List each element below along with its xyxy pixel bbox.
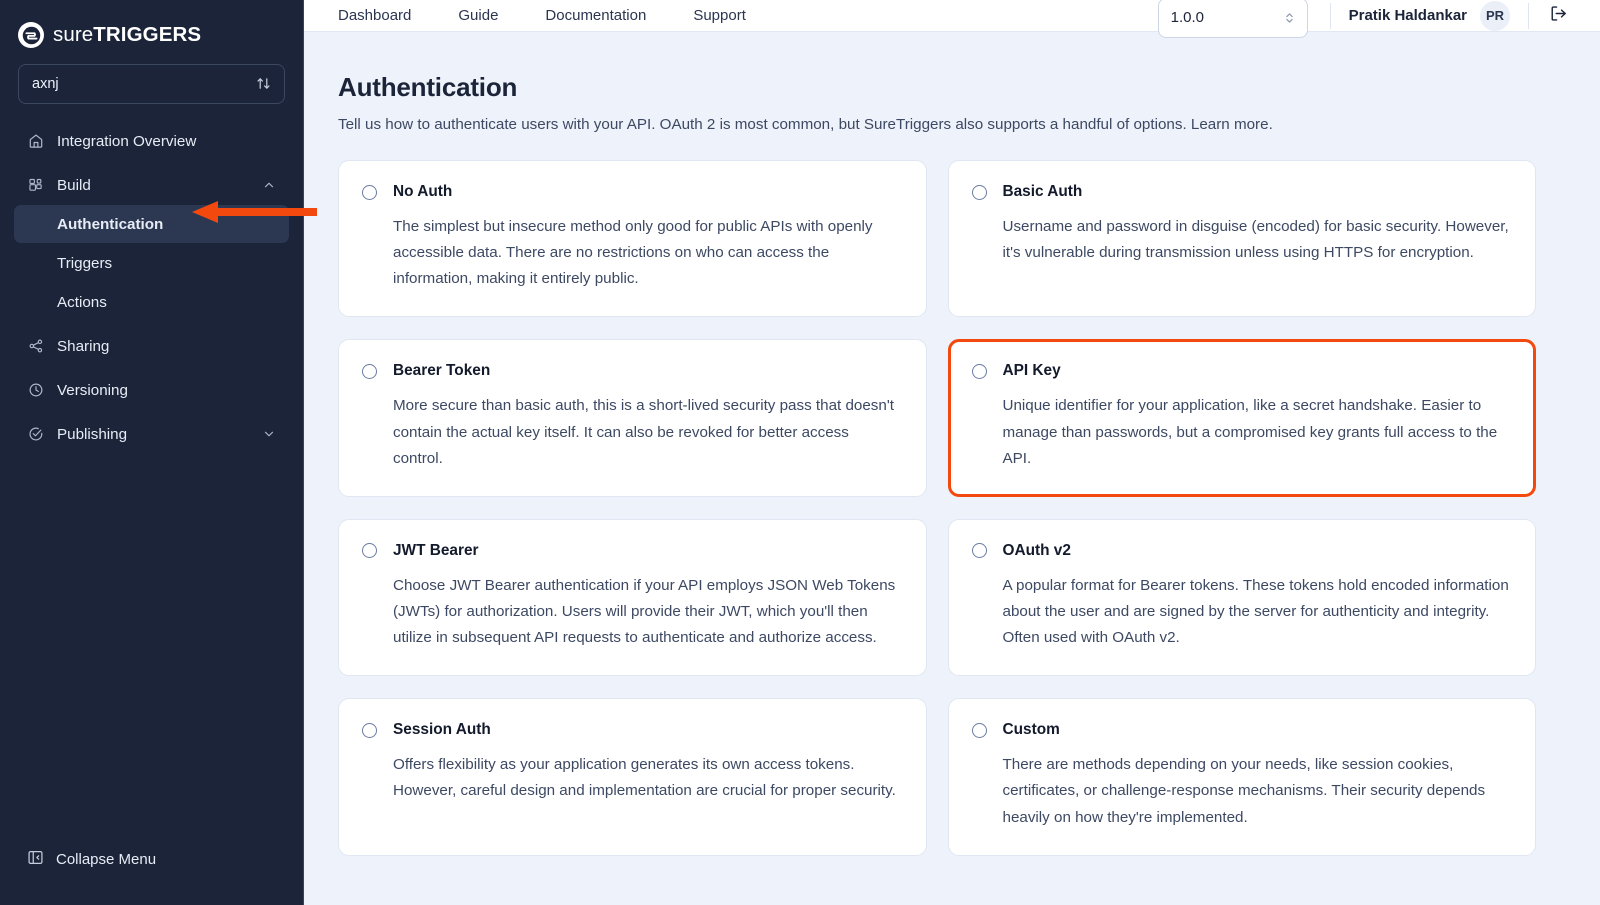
sidebar-item-label: Authentication (57, 215, 164, 233)
auth-option-title: Bearer Token (393, 362, 491, 380)
panel-collapse-icon (27, 849, 44, 870)
auth-option-description: Offers flexibility as your application g… (393, 756, 896, 800)
brand-name-light: sure (53, 23, 94, 46)
chevron-up-icon[interactable] (262, 178, 276, 192)
auth-options-grid: No Auth The simplest but insecure method… (338, 160, 1536, 856)
sidebar-item-label: Sharing (57, 337, 110, 355)
top-nav-documentation[interactable]: Documentation (545, 7, 646, 24)
auth-option-header: API Key (971, 362, 1510, 380)
sidebar-item-label: Actions (57, 293, 107, 311)
auth-option-card[interactable]: Session Auth Offers flexibility as your … (338, 698, 927, 856)
clock-icon (27, 382, 44, 399)
brand-name: sureTRIGGERS (53, 23, 201, 47)
suretriggers-logo-icon (18, 22, 44, 48)
home-icon (27, 133, 44, 150)
sidebar-item-authentication[interactable]: Authentication (14, 205, 289, 243)
radio-button[interactable] (362, 722, 377, 738)
chevron-down-icon[interactable] (262, 427, 276, 441)
search-input[interactable]: axnj (18, 64, 285, 104)
sidebar-item-label: Versioning (57, 381, 128, 399)
brand-name-bold: TRIGGERS (93, 23, 202, 46)
check-circle-icon (27, 426, 44, 443)
collapse-menu-button[interactable]: Collapse Menu (0, 835, 303, 883)
version-value: 1.0.0 (1170, 9, 1204, 26)
auth-option-title: OAuth v2 (1002, 541, 1071, 559)
avatar: PR (1480, 0, 1510, 31)
radio-button[interactable] (971, 184, 987, 200)
top-nav: Dashboard Guide Documentation Support (338, 7, 1158, 24)
auth-option-title: API Key (1002, 362, 1061, 380)
page-subtitle: Tell us how to authenticate users with y… (338, 116, 1273, 133)
search-value: axnj (32, 76, 59, 92)
radio-button[interactable] (362, 363, 377, 379)
auth-option-description: The simplest but insecure method only go… (393, 218, 873, 288)
radio-button[interactable] (362, 184, 377, 200)
auth-option-description: A popular format for Bearer tokens. Thes… (1002, 576, 1509, 647)
sidebar-nav: Integration Overview Build Authenticatio… (0, 122, 303, 835)
sidebar-item-triggers[interactable]: Triggers (14, 244, 289, 282)
auth-option-card[interactable]: JWT Bearer Choose JWT Bearer authenticat… (338, 518, 927, 677)
sidebar-item-sharing[interactable]: Sharing (14, 327, 289, 365)
user-profile[interactable]: Pratik Haldankar PR (1331, 0, 1528, 31)
auth-option-card[interactable]: No Auth The simplest but insecure method… (338, 160, 927, 318)
auth-option-card[interactable]: Custom There are methods depending on yo… (947, 698, 1536, 856)
auth-option-header: Bearer Token (362, 362, 900, 380)
top-nav-guide[interactable]: Guide (458, 7, 498, 24)
sidebar-item-actions[interactable]: Actions (14, 283, 289, 321)
content-area: Authentication Tell us how to authentica… (304, 32, 1600, 905)
sidebar: sureTRIGGERS axnj Integration Overview B… (0, 0, 317, 905)
auth-option-title: Custom (1002, 721, 1060, 739)
auth-option-header: OAuth v2 (971, 541, 1510, 560)
auth-option-title: No Auth (393, 183, 453, 200)
sidebar-item-integration-overview[interactable]: Integration Overview (14, 122, 289, 160)
share-nodes-icon (27, 338, 44, 355)
sidebar-item-label: Integration Overview (57, 132, 197, 150)
brand-logo[interactable]: sureTRIGGERS (0, 0, 303, 56)
auth-option-description: More secure than basic auth, this is a s… (393, 397, 894, 467)
auth-option-header: No Auth (362, 183, 900, 201)
auth-option-description: Choose JWT Bearer authentication if your… (393, 576, 896, 647)
auth-option-header: JWT Bearer (362, 542, 900, 560)
auth-option-description: Unique identifier for your application, … (1002, 397, 1498, 467)
logout-icon (1549, 4, 1568, 28)
top-nav-dashboard[interactable]: Dashboard (338, 7, 411, 24)
auth-option-card[interactable]: Basic Auth Username and password in disg… (947, 160, 1536, 318)
auth-option-header: Basic Auth (971, 183, 1510, 201)
auth-option-description: Username and password in disguise (encod… (1002, 218, 1509, 262)
sidebar-item-publishing[interactable]: Publishing (14, 415, 289, 453)
blocks-icon (27, 177, 44, 194)
auth-option-description: There are methods depending on your need… (1002, 756, 1486, 826)
auth-option-title: JWT Bearer (393, 541, 479, 559)
logout-button[interactable] (1529, 4, 1578, 28)
sidebar-item-label: Triggers (57, 254, 113, 272)
main-area: Dashboard Guide Documentation Support 1.… (304, 0, 1600, 905)
auth-option-header: Custom (971, 721, 1510, 739)
radio-button[interactable] (362, 543, 377, 559)
sidebar-item-versioning[interactable]: Versioning (14, 371, 289, 409)
collapse-menu-label: Collapse Menu (56, 850, 157, 868)
auth-option-title: Session Auth (393, 721, 491, 739)
sidebar-item-label: Publishing (57, 425, 128, 443)
radio-button[interactable] (971, 543, 987, 559)
auth-option-card-selected[interactable]: API Key Unique identifier for your appli… (947, 339, 1536, 497)
version-select[interactable]: 1.0.0 (1157, 0, 1308, 38)
auth-option-card[interactable]: OAuth v2 A popular format for Bearer tok… (947, 518, 1536, 677)
auth-option-header: Session Auth (362, 721, 900, 739)
sidebar-item-label: Build (57, 176, 91, 194)
app-root: sureTRIGGERS axnj Integration Overview B… (0, 0, 1600, 905)
sidebar-item-build[interactable]: Build (14, 166, 289, 204)
top-nav-support[interactable]: Support (693, 7, 746, 24)
auth-option-title: Basic Auth (1002, 183, 1083, 200)
topbar: Dashboard Guide Documentation Support 1.… (304, 0, 1600, 38)
user-name: Pratik Haldankar (1348, 7, 1467, 24)
auth-option-card[interactable]: Bearer Token More secure than basic auth… (338, 339, 927, 497)
radio-button[interactable] (971, 363, 987, 379)
topbar-right: 1.0.0 Pratik Haldankar PR (1157, 0, 1578, 38)
page-title: Authentication (338, 72, 518, 102)
sort-updown-icon[interactable] (256, 76, 271, 93)
stepper-updown-icon[interactable] (1284, 10, 1295, 26)
radio-button[interactable] (971, 722, 987, 738)
